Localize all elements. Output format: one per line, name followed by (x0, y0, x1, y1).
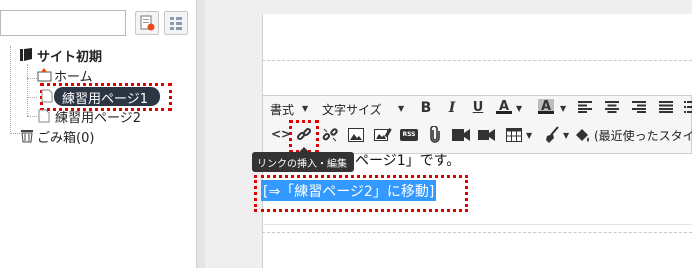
dashed-divider (262, 60, 692, 61)
align-right-icon[interactable] (632, 101, 646, 113)
paragraph-text[interactable]: ページ1」です。 (355, 150, 460, 170)
align-justify-icon[interactable] (659, 101, 673, 113)
align-center-icon[interactable] (605, 101, 619, 113)
pane-splitter[interactable] (196, 0, 205, 268)
chevron-down-icon: ▼ (516, 104, 523, 113)
divider (262, 224, 692, 225)
page-icon (38, 109, 50, 123)
page-icon (41, 89, 53, 103)
clean-brush-icon[interactable] (545, 126, 561, 144)
align-left-icon[interactable] (578, 101, 592, 113)
format-dropdown[interactable]: 書式 (270, 101, 294, 118)
tree-item-trash[interactable]: ごみ箱(0) (37, 127, 94, 146)
chevron-down-icon: ▼ (398, 104, 405, 113)
tree-view-button[interactable] (164, 11, 188, 35)
underline-icon[interactable]: U (470, 100, 486, 115)
tree-search-input[interactable] (0, 10, 126, 36)
chevron-down-icon: ▼ (563, 131, 570, 140)
text-color-icon[interactable]: A (496, 99, 512, 114)
chevron-down-icon: ▼ (302, 104, 309, 113)
paint-bucket-icon[interactable] (574, 127, 590, 143)
recent-style-dropdown[interactable]: (最近使ったスタイ (594, 127, 692, 144)
italic-icon[interactable]: I (444, 100, 460, 116)
home-page-icon (37, 68, 52, 82)
unlink-icon[interactable] (322, 127, 338, 143)
site-root-icon (20, 48, 32, 61)
image-edit-icon[interactable] (374, 127, 392, 143)
tree-connector (27, 78, 37, 79)
source-code-icon[interactable]: <> (271, 127, 291, 141)
attachment-icon[interactable] (429, 126, 441, 143)
chevron-down-icon: ▼ (560, 104, 567, 113)
tooltip-text: リンクの挿入・編集 (257, 159, 347, 170)
tree-item-page2[interactable]: 練習用ページ2 (55, 107, 141, 126)
audio-icon[interactable] (478, 127, 496, 143)
link-text[interactable]: [⇒「練習ページ2」に移動] (263, 184, 434, 200)
grid-list-icon (170, 17, 182, 30)
tree-connector (10, 46, 11, 134)
tree-connector (27, 97, 37, 98)
rss-icon[interactable]: RSS (400, 129, 418, 141)
dashed-divider (262, 232, 692, 233)
font-size-dropdown[interactable]: 文字サイズ (322, 101, 382, 118)
trash-icon (21, 130, 33, 143)
background-color-icon[interactable]: A (538, 99, 554, 114)
tooltip-arrow (299, 147, 309, 152)
table-icon[interactable] (506, 128, 522, 142)
image-icon[interactable] (348, 128, 364, 142)
tree-item-page1[interactable]: 練習用ページ1 (62, 88, 148, 107)
bold-icon[interactable]: B (418, 100, 434, 116)
page-settings-icon (140, 15, 155, 31)
tree-root-label[interactable]: サイト初期 (37, 46, 102, 65)
chevron-down-icon: ▼ (526, 131, 533, 140)
video-icon[interactable] (452, 129, 470, 141)
tree-connector (27, 64, 28, 116)
list-icon[interactable] (684, 101, 692, 113)
selected-link[interactable]: [⇒「練習ページ2」に移動] (261, 180, 437, 201)
tree-connector (27, 116, 37, 117)
tree-tool-button[interactable] (135, 11, 159, 35)
